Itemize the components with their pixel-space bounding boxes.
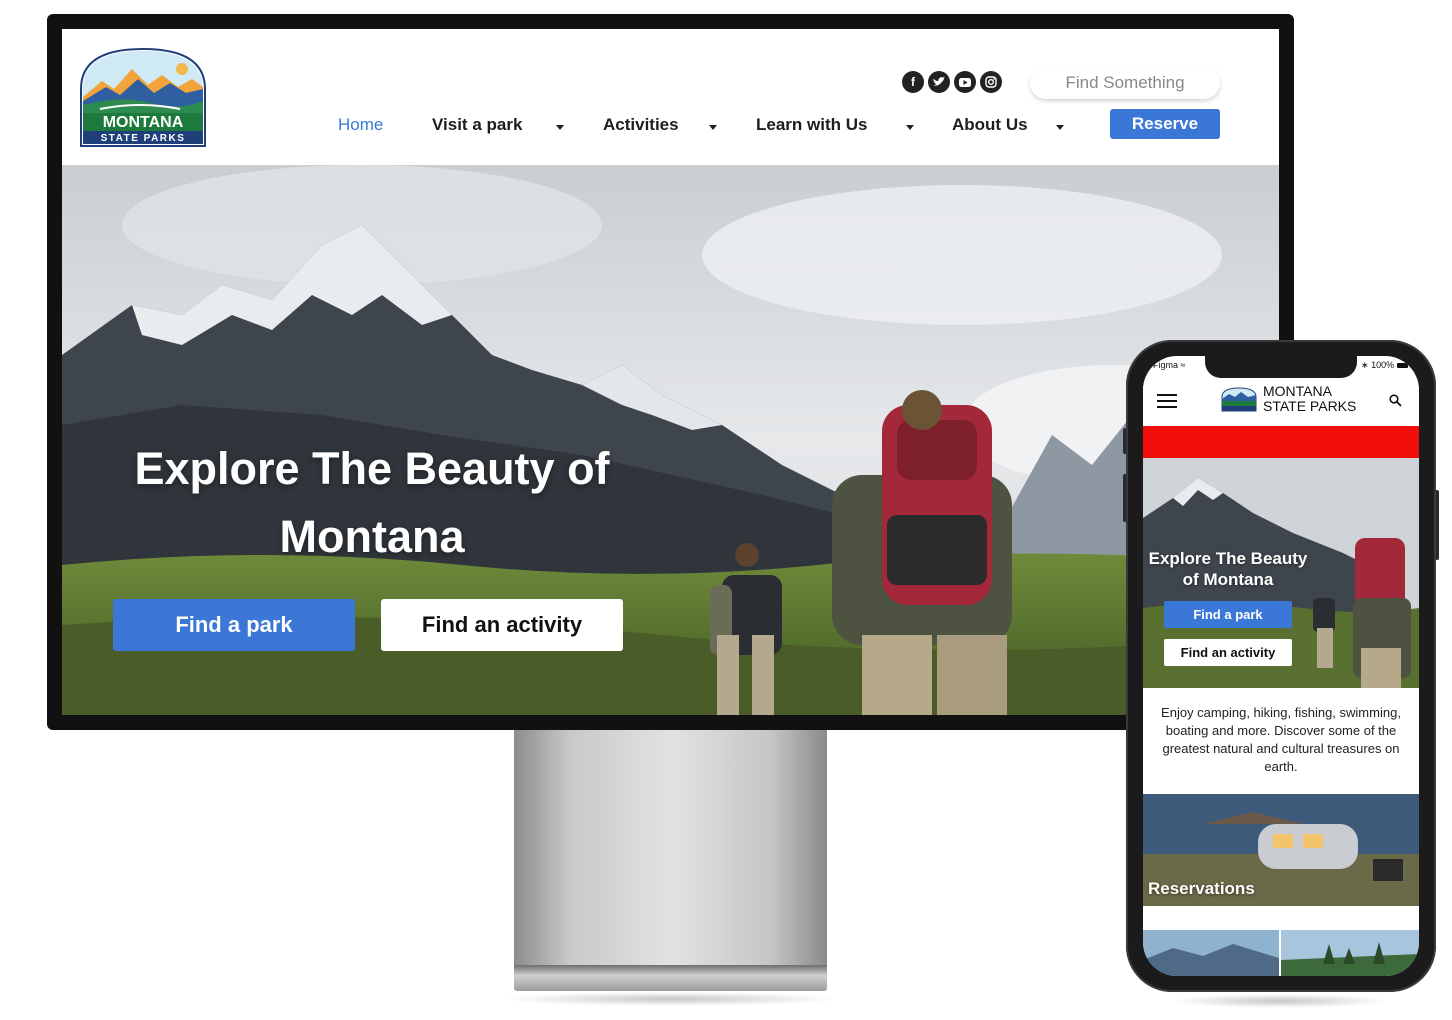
site-header: MONTANA STATE PARKS f Find Something Hom… — [62, 29, 1279, 165]
chevron-down-icon[interactable] — [906, 125, 914, 130]
battery-icon — [1396, 363, 1408, 369]
hero-title: Explore The Beauty of Montana — [102, 435, 642, 571]
monitor-stand-base — [514, 965, 827, 991]
hero-title-line1: Explore The Beauty of — [134, 443, 610, 494]
mobile-logo[interactable] — [1221, 387, 1257, 412]
mobile-find-a-park-button[interactable]: Find a park — [1164, 601, 1292, 628]
mobile-intro-text: Enjoy camping, hiking, fishing, swimming… — [1161, 705, 1401, 774]
search-input[interactable]: Find Something — [1030, 67, 1220, 99]
facebook-icon[interactable]: f — [902, 71, 924, 93]
monitor-shadow — [500, 992, 840, 1006]
search-placeholder: Find Something — [1065, 73, 1185, 92]
logo-line1: MONTANA — [103, 114, 184, 131]
find-an-activity-button[interactable]: Find an activity — [381, 599, 623, 651]
mobile-park-thumbnails[interactable] — [1143, 930, 1419, 976]
nav-home[interactable]: Home — [338, 115, 383, 135]
status-carrier: Figma ≈ — [1153, 360, 1185, 370]
nav-learn-with-us[interactable]: Learn with Us — [756, 115, 867, 135]
mobile-find-an-activity-button[interactable]: Find an activity — [1164, 639, 1292, 666]
chevron-down-icon[interactable] — [556, 125, 564, 130]
carrier-label: Figma — [1153, 360, 1179, 370]
chevron-down-icon[interactable] — [709, 125, 717, 130]
wifi-icon: ≈ — [1180, 360, 1186, 370]
mobile-hero-title-line2: of Montana — [1182, 570, 1274, 589]
mobile-hero: Explore The Beauty of Montana Find a par… — [1143, 458, 1419, 688]
phone-notch — [1205, 356, 1357, 378]
youtube-icon[interactable] — [954, 71, 976, 93]
hamburger-menu-icon[interactable] — [1157, 390, 1177, 412]
reservations-label: Reservations — [1148, 879, 1255, 898]
logo-line2: STATE PARKS — [101, 133, 186, 144]
search-icon[interactable] — [1389, 394, 1402, 410]
monitor-stand — [514, 730, 827, 965]
reserve-button[interactable]: Reserve — [1110, 109, 1220, 139]
chevron-down-icon[interactable] — [1056, 125, 1064, 130]
mobile-screen: Figma ≈ ∗ 100% MONTANA STATE PARKS Explo… — [1143, 356, 1419, 976]
find-a-park-button[interactable]: Find a park — [113, 599, 355, 651]
desktop-screen: MONTANA STATE PARKS f Find Something Hom… — [62, 29, 1279, 715]
bluetooth-icon: ∗ — [1361, 360, 1369, 370]
instagram-icon[interactable] — [980, 71, 1002, 93]
mobile-hero-title-line1: Explore The Beauty — [1148, 549, 1308, 568]
park-thumbnail-images — [1143, 930, 1419, 976]
twitter-icon[interactable] — [928, 71, 950, 93]
nav-about-us[interactable]: About Us — [952, 115, 1028, 135]
hero-banner: Explore The Beauty of Montana Find a par… — [62, 165, 1279, 715]
montana-state-parks-logo[interactable]: MONTANA STATE PARKS — [80, 47, 206, 147]
mobile-reservations-card[interactable]: Reservations — [1143, 794, 1419, 906]
status-battery: ∗ 100% — [1361, 360, 1408, 371]
mobile-alert-banner — [1143, 426, 1419, 458]
mobile-brand: MONTANA STATE PARKS — [1263, 384, 1356, 414]
mobile-hero-title: Explore The Beauty of Montana — [1143, 548, 1313, 590]
battery-percent: 100% — [1371, 360, 1395, 370]
nav-visit-a-park[interactable]: Visit a park — [432, 115, 522, 135]
nav-activities[interactable]: Activities — [603, 115, 679, 135]
mobile-brand-line1: MONTANA — [1263, 383, 1332, 399]
phone-shadow — [1170, 994, 1390, 1008]
mobile-brand-line2: STATE PARKS — [1263, 398, 1357, 414]
hero-title-line2: Montana — [279, 511, 465, 562]
